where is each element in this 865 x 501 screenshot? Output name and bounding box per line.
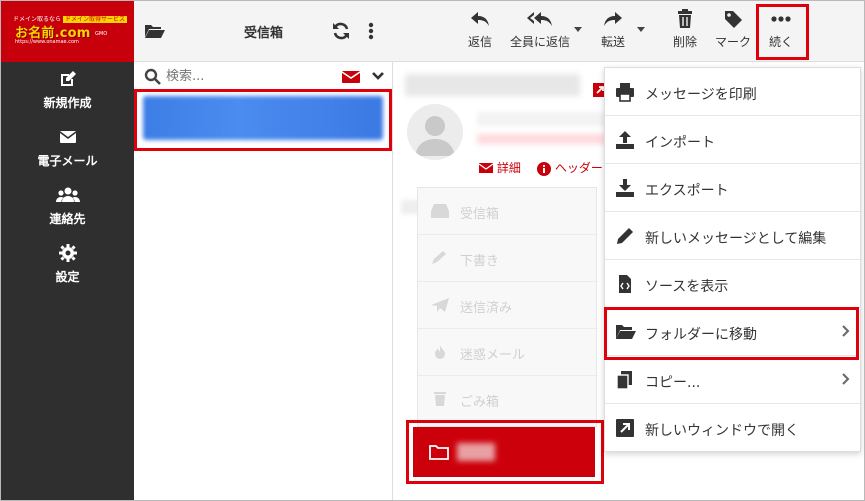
trash-icon: [434, 392, 446, 406]
users-icon: [55, 187, 80, 202]
folder-title: 受信箱: [243, 26, 283, 41]
sidebar-item-label: 電子メール: [37, 154, 98, 168]
chevron-right-icon: [842, 373, 850, 385]
sidebar-item-label: 連絡先: [49, 212, 86, 226]
info-icon: [537, 161, 551, 176]
mark-button[interactable]: マーク: [711, 9, 755, 57]
chevron-down-icon[interactable]: [372, 71, 384, 81]
move-to-folder-popup: 受信箱 下書き 送信済み 迷惑メール ごみ箱: [417, 187, 598, 427]
paper-plane-icon: [431, 298, 449, 312]
sender-name-blurred: [477, 112, 607, 126]
webmail-window: ドメイン取るなら ドメイン取得サービス お名前.com https://www.o…: [0, 0, 865, 501]
brand-logo[interactable]: ドメイン取るなら ドメイン取得サービス お名前.com https://www.o…: [1, 1, 134, 62]
pencil-icon: [617, 228, 633, 244]
sidebar-item-label: 設定: [55, 270, 80, 284]
trash-icon: [678, 9, 692, 28]
sidebar-item-mail[interactable]: 電子メール: [1, 127, 134, 177]
reply-button[interactable]: 返信: [463, 9, 497, 57]
fire-icon: [435, 345, 445, 359]
reply-all-icon: [527, 12, 552, 26]
highlight-move-to-folder: [604, 307, 859, 360]
envelope-icon: [59, 131, 76, 143]
delete-button[interactable]: 削除: [667, 9, 703, 57]
gear-icon: [58, 244, 77, 262]
menu-item-print[interactable]: メッセージを印刷: [605, 68, 862, 116]
folder-option-sent[interactable]: 送信済み: [418, 282, 598, 329]
envelope-filter-icon[interactable]: [341, 70, 361, 84]
folder-option-inbox[interactable]: 受信箱: [418, 188, 598, 235]
refresh-icon[interactable]: [331, 21, 351, 41]
pencil-icon: [432, 251, 446, 264]
logo-url: https://www.onamae.com: [15, 39, 79, 45]
external-link-icon: [616, 419, 634, 437]
kebab-menu-icon[interactable]: [366, 21, 376, 41]
envelope-icon: [478, 162, 494, 173]
forward-dropdown-caret[interactable]: [637, 27, 645, 32]
folder-option-spam[interactable]: 迷惑メール: [418, 329, 598, 376]
print-icon: [616, 83, 634, 102]
tag-icon: [725, 11, 742, 28]
logo-badge: GMO: [95, 31, 108, 37]
forward-button[interactable]: 転送: [595, 9, 631, 57]
folder-option-trash[interactable]: ごみ箱: [418, 376, 598, 423]
highlight-more-button: [756, 4, 809, 60]
sidebar-item-compose[interactable]: 新規作成: [1, 69, 134, 119]
menu-item-open-new-window[interactable]: 新しいウィンドウで開く: [605, 404, 862, 452]
sidebar-item-label: 新規作成: [43, 96, 92, 110]
reply-all-dropdown-caret[interactable]: [574, 27, 582, 32]
copy-icon: [616, 371, 632, 390]
left-sidebar: ドメイン取るなら ドメイン取得サービス お名前.com https://www.o…: [1, 1, 134, 500]
message-list-panel: 受信箱: [134, 1, 393, 500]
download-icon: [616, 179, 634, 197]
search-input[interactable]: [166, 65, 316, 87]
menu-item-export[interactable]: エクスポート: [605, 164, 862, 212]
code-file-icon: [619, 275, 631, 293]
menu-item-import[interactable]: インポート: [605, 116, 862, 164]
forward-icon: [604, 12, 622, 26]
menu-item-copy[interactable]: コピー...: [605, 356, 862, 404]
sidebar-item-settings[interactable]: 設定: [1, 243, 134, 293]
sender-address-blurred: [477, 134, 607, 144]
reply-all-button[interactable]: 全員に返信: [505, 9, 575, 57]
folder-option-drafts[interactable]: 下書き: [418, 235, 598, 282]
search-icon: [144, 68, 161, 85]
menu-item-edit-as-new[interactable]: 新しいメッセージとして編集: [605, 212, 862, 260]
upload-icon: [616, 131, 634, 149]
highlight-selected-message: [134, 89, 392, 151]
highlight-target-folder: [406, 420, 604, 484]
sidebar-item-contacts[interactable]: 連絡先: [1, 185, 134, 235]
compose-icon: [60, 71, 76, 86]
avatar: [407, 104, 463, 160]
search-bar: [134, 62, 393, 90]
inbox-icon: [431, 204, 449, 218]
subject-blurred: [405, 74, 580, 96]
more-actions-menu: メッセージを印刷 インポート エクスポート 新しいメッセージとして編集 ソースを…: [604, 67, 862, 452]
menu-item-view-source[interactable]: ソースを表示: [605, 260, 862, 308]
headers-link[interactable]: ヘッダー: [537, 159, 603, 176]
reply-icon: [471, 12, 489, 26]
list-header: 受信箱: [134, 1, 393, 62]
details-link[interactable]: 詳細: [478, 159, 521, 176]
